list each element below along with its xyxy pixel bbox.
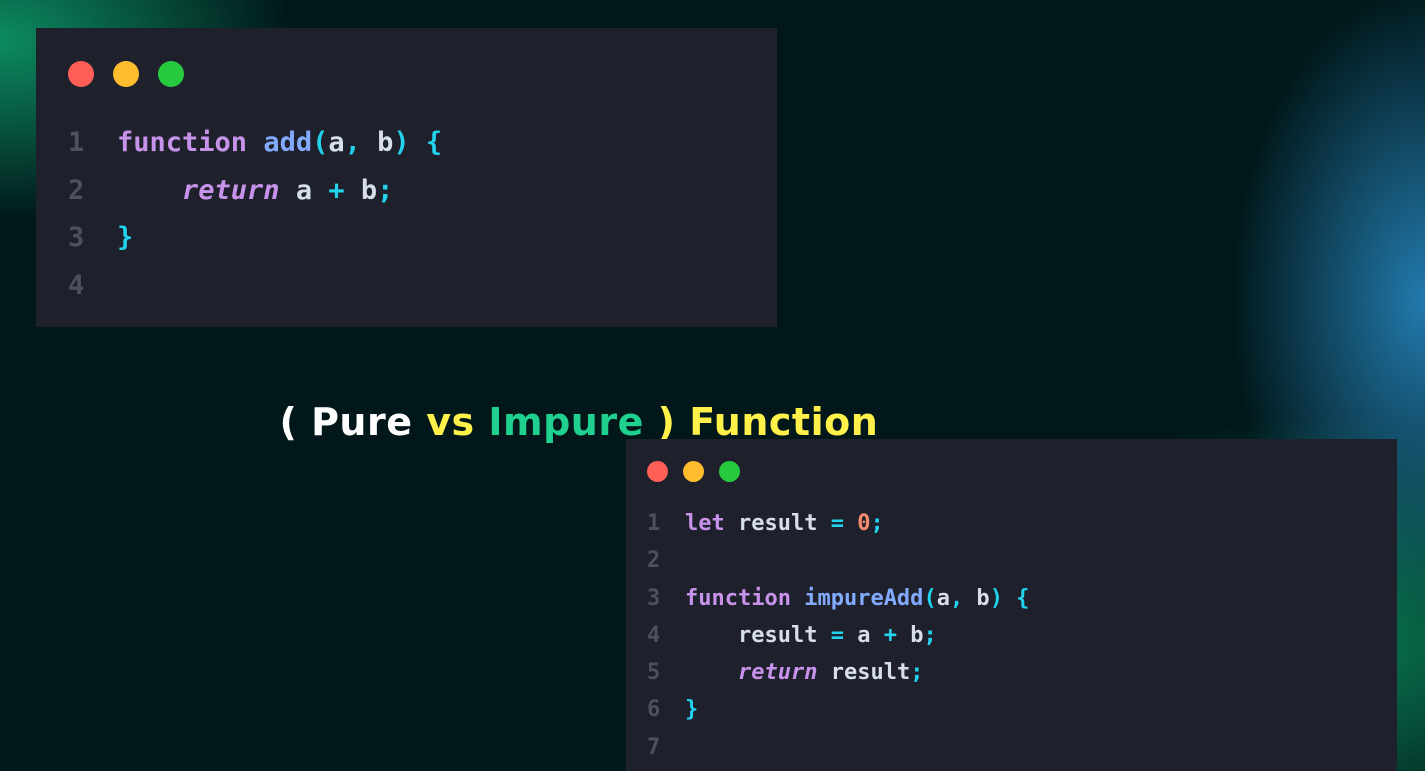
code-text: } — [117, 214, 133, 262]
code-token: ( — [923, 585, 937, 611]
code-token: { — [409, 127, 443, 158]
code-token: add — [263, 127, 313, 158]
code-line: 2 — [647, 542, 1029, 579]
code-line: 7 — [647, 729, 1029, 766]
line-number: 6 — [647, 697, 661, 723]
code-token: 0 — [857, 511, 871, 536]
code-line: 3 function impureAdd(a, b) { — [647, 580, 1029, 617]
code-token: ( — [312, 127, 329, 158]
code-block: 1 function add(a, b) {2 return a + b; 3} 4 — [68, 119, 442, 309]
code-token: function — [117, 127, 248, 158]
close-dot-icon — [68, 61, 94, 87]
code-line: 2 return a + b; — [68, 167, 442, 215]
code-token: a — [936, 585, 950, 611]
code-token: result — [724, 511, 831, 536]
code-line: 1 let result = 0; — [647, 505, 1029, 542]
line-number: 4 — [68, 269, 85, 301]
code-window-pure: 1 function add(a, b) {2 return a + b; 3} 4 — [36, 28, 777, 327]
code-token: result — [685, 622, 831, 648]
window-controls — [647, 461, 740, 482]
code-token: function — [685, 585, 791, 611]
code-token: ; — [910, 660, 924, 686]
code-text: result = a + b; — [685, 617, 937, 654]
line-number: 5 — [647, 660, 661, 686]
page-title: ( Pure vs Impure ) Function — [252, 356, 878, 444]
code-token: + — [328, 174, 345, 206]
code-text: function add(a, b) { — [117, 119, 442, 167]
code-token: a — [328, 127, 345, 158]
code-token: return — [182, 174, 280, 206]
title-impure: Impure — [488, 400, 644, 444]
code-token: ) — [393, 127, 410, 158]
line-number: 2 — [68, 174, 85, 206]
code-window-impure: 1 let result = 0; 2 3 function impureAdd(a, … — [626, 439, 1397, 771]
code-text: let result = 0; — [685, 505, 884, 542]
maximize-dot-icon — [158, 61, 184, 87]
code-token: { — [1002, 585, 1030, 611]
code-token: ; — [870, 511, 884, 536]
code-token: ; — [923, 622, 937, 648]
code-line: 6} — [647, 691, 1029, 728]
code-text: } — [685, 691, 698, 728]
code-token: b — [360, 127, 394, 158]
code-token: ) — [989, 585, 1003, 611]
code-token: = — [830, 622, 844, 648]
title-paren-close: ) — [643, 400, 690, 444]
minimize-dot-icon — [113, 61, 139, 87]
maximize-dot-icon — [719, 461, 740, 482]
code-token: a — [279, 174, 329, 206]
code-text: function impureAdd(a, b) { — [685, 580, 1029, 617]
code-block: 1 let result = 0; 2 3 function impureAdd(a, … — [647, 505, 1029, 766]
code-token: } — [685, 697, 699, 723]
code-line: 1 function add(a, b) { — [68, 119, 442, 167]
window-controls — [68, 61, 184, 87]
code-token: return — [737, 660, 818, 686]
line-number: 4 — [647, 622, 661, 648]
code-token: = — [830, 511, 844, 536]
line-number: 3 — [647, 585, 661, 611]
code-token: impureAdd — [804, 585, 924, 611]
title-vs: vs — [412, 400, 489, 444]
code-line: 5 return result; — [647, 654, 1029, 691]
code-token: + — [883, 622, 897, 648]
code-line: 3} — [68, 214, 442, 262]
code-token: b — [344, 174, 378, 206]
code-token: result — [817, 660, 911, 686]
code-token: b — [896, 622, 924, 648]
code-line: 4 result = a + b; — [647, 617, 1029, 654]
line-number: 7 — [647, 734, 661, 760]
line-number: 3 — [68, 222, 85, 253]
title-paren-open: ( — [279, 400, 312, 444]
title-function: Function — [689, 400, 879, 444]
code-token: b — [963, 585, 990, 611]
code-token: , — [949, 585, 964, 611]
code-token: ; — [377, 174, 394, 206]
code-text: return result; — [685, 654, 923, 691]
code-text: return a + b; — [117, 167, 393, 215]
code-token: } — [117, 222, 134, 253]
code-line: 4 — [68, 262, 442, 310]
code-token: a — [843, 622, 884, 648]
title-pure: Pure — [311, 400, 413, 444]
line-number: 1 — [68, 127, 85, 158]
line-number: 1 — [647, 511, 661, 536]
code-token: , — [344, 127, 361, 158]
minimize-dot-icon — [683, 461, 704, 482]
line-number: 2 — [647, 548, 661, 574]
close-dot-icon — [647, 461, 668, 482]
code-token: let — [685, 511, 725, 536]
